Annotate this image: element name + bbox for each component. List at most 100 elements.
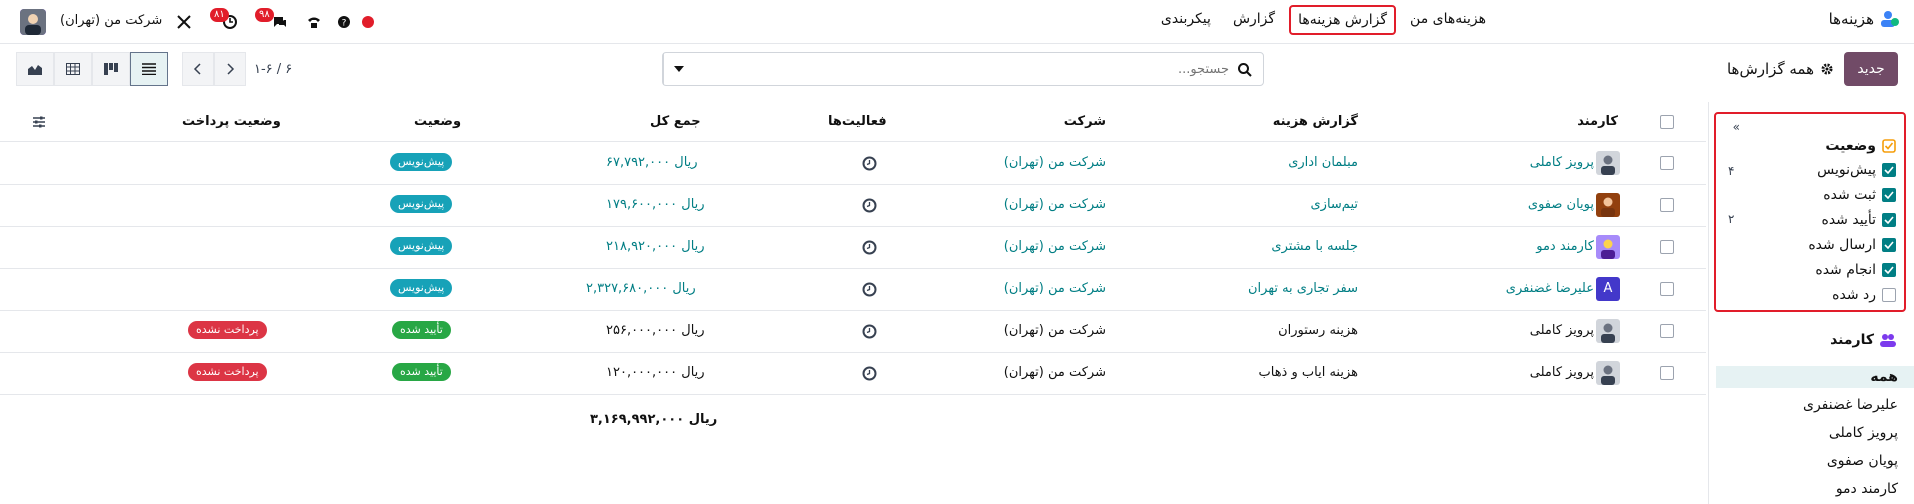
column-employee[interactable]: کارمند [1577, 114, 1618, 129]
row-employee[interactable]: پرویز کاملی [1530, 155, 1594, 170]
debug-tools-icon[interactable] [176, 14, 192, 30]
select-all-checkbox[interactable] [1660, 115, 1674, 129]
pager-next-button[interactable] [214, 52, 246, 86]
row-checkbox[interactable] [1660, 282, 1674, 296]
row-checkbox[interactable] [1660, 156, 1674, 170]
pager-previous-button[interactable] [182, 52, 214, 86]
filter-done[interactable]: انجام شده [1815, 262, 1896, 278]
row-employee[interactable]: کارمند دمو [1536, 239, 1594, 254]
filter-posted-checkbox[interactable] [1882, 238, 1896, 252]
table-row[interactable]: پرویز کاملی هزینه رستوران شرکت من (تهران… [0, 311, 1706, 353]
filter-submitted[interactable]: ثبت شده [1823, 187, 1896, 203]
row-employee[interactable]: پرویز کاملی [1530, 323, 1594, 338]
filter-draft-checkbox[interactable] [1882, 163, 1896, 177]
graph-view-button[interactable] [16, 52, 54, 86]
filter-posted[interactable]: ارسال شده [1808, 237, 1896, 253]
activity-clock-icon[interactable] [862, 198, 877, 213]
row-report[interactable]: مبلمان اداری [1288, 155, 1358, 170]
filter-refused-checkbox[interactable] [1882, 288, 1896, 302]
top-navbar: هزینه‌ها هزینه‌های من گزارش هزینه‌ها گزا… [0, 0, 1914, 44]
table-row[interactable]: علیرضا غضنفری A سفر تجاری به تهران شرکت … [0, 269, 1706, 311]
row-report[interactable]: هزینه ایاب و ذهاب [1259, 365, 1359, 380]
filter-draft[interactable]: پیش‌نویس [1817, 162, 1896, 178]
row-checkbox[interactable] [1660, 198, 1674, 212]
employee-filter-item[interactable]: علیرضا غضنفری [1803, 397, 1898, 413]
pivot-view-button[interactable] [54, 52, 92, 86]
search-options-toggle[interactable] [663, 53, 693, 85]
kanban-view-button[interactable] [92, 52, 130, 86]
row-company[interactable]: شرکت من (تهران) [1004, 281, 1106, 296]
activity-clock-icon[interactable] [862, 240, 877, 255]
chevron-left-icon [193, 63, 201, 75]
row-company[interactable]: شرکت من (تهران) [1004, 323, 1106, 338]
row-company[interactable]: شرکت من (تهران) [1004, 239, 1106, 254]
employee-filter-item[interactable]: کارمند دمو [1836, 481, 1898, 497]
row-checkbox[interactable] [1660, 324, 1674, 338]
filter-refused[interactable]: رد شده [1832, 287, 1896, 303]
pager-value[interactable]: ۱-۶ / ۶ [254, 62, 292, 77]
search-icon[interactable] [1237, 62, 1253, 78]
row-checkbox[interactable] [1660, 240, 1674, 254]
employee-filter-item[interactable]: پرویز کاملی [1829, 425, 1898, 441]
row-employee[interactable]: علیرضا غضنفری [1506, 281, 1594, 296]
search-input[interactable] [693, 53, 1263, 85]
row-report[interactable]: جلسه با مشتری [1271, 239, 1358, 254]
systray: شرکت من (تهران) ۸۱ ۹۸ ? [0, 0, 440, 44]
new-button[interactable]: جدید [1844, 52, 1898, 86]
menu-expense-reports[interactable]: گزارش هزینه‌ها [1289, 5, 1397, 35]
company-switcher[interactable]: شرکت من (تهران) [60, 13, 162, 28]
phone-icon[interactable] [306, 14, 322, 30]
row-report[interactable]: تیم‌سازی [1311, 197, 1359, 212]
table-row[interactable]: پرویز کاملی مبلمان اداری شرکت من (تهران)… [0, 143, 1706, 185]
table-row[interactable]: پویان صفوی تیم‌سازی شرکت من (تهران) ۱۷۹,… [0, 185, 1706, 227]
row-report[interactable]: سفر تجاری به تهران [1248, 281, 1358, 296]
status-badge: تأیید شده [392, 321, 451, 339]
row-total: ۱۷۹,۶۰۰,۰۰۰ ریال [606, 197, 705, 212]
table-header: کارمند گزارش هزینه شرکت فعالیت‌ها جمع کل… [0, 102, 1706, 142]
filter-submitted-checkbox[interactable] [1882, 188, 1896, 202]
activity-clock-icon[interactable] [862, 156, 877, 171]
optional-columns-icon[interactable] [32, 115, 46, 129]
employee-filter-all[interactable]: همه [1870, 369, 1898, 385]
menu-reporting[interactable]: گزارش [1225, 5, 1283, 35]
row-employee[interactable]: پویان صفوی [1528, 197, 1594, 212]
caret-down-icon [673, 66, 684, 72]
menu-my-expenses[interactable]: هزینه‌های من [1402, 5, 1494, 35]
control-panel: جدید همه گزارش‌ها ۱-۶ / ۶ [0, 44, 1914, 102]
employee-filter-item[interactable]: پویان صفوی [1827, 453, 1898, 469]
svg-text:?: ? [342, 19, 347, 29]
app-title[interactable]: هزینه‌ها [1829, 10, 1900, 28]
activity-clock-icon[interactable] [862, 366, 877, 381]
filter-done-checkbox[interactable] [1882, 263, 1896, 277]
user-avatar[interactable] [20, 9, 46, 35]
list-view-button[interactable] [130, 52, 168, 86]
column-payment-status[interactable]: وضعیت پرداخت [182, 114, 281, 129]
breadcrumb: همه گزارش‌ها [1727, 60, 1834, 78]
activity-clock-icon[interactable] [862, 282, 877, 297]
gear-icon[interactable] [1820, 62, 1834, 76]
menu-configuration[interactable]: پیکربندی [1153, 5, 1219, 35]
activity-clock-icon[interactable] [862, 324, 877, 339]
row-company[interactable]: شرکت من (تهران) [1004, 197, 1106, 212]
column-report[interactable]: گزارش هزینه [1273, 114, 1358, 129]
chat-icon[interactable] [272, 14, 288, 30]
kanban-icon [104, 63, 118, 75]
row-report[interactable]: هزینه رستوران [1278, 323, 1358, 338]
collapse-panel-icon[interactable]: « [1733, 120, 1740, 134]
column-company[interactable]: شرکت [1064, 114, 1106, 129]
row-checkbox[interactable] [1660, 366, 1674, 380]
row-company[interactable]: شرکت من (تهران) [1004, 155, 1106, 170]
table-row[interactable]: کارمند دمو جلسه با مشتری شرکت من (تهران)… [0, 227, 1706, 269]
status-badge: پیش‌نویس [390, 279, 453, 297]
column-status[interactable]: وضعیت [414, 114, 461, 129]
row-company[interactable]: شرکت من (تهران) [1004, 365, 1106, 380]
filter-approved-checkbox[interactable] [1882, 213, 1896, 227]
row-employee[interactable]: پرویز کاملی [1530, 365, 1594, 380]
table-row[interactable]: پرویز کاملی هزینه ایاب و ذهاب شرکت من (ت… [0, 353, 1706, 395]
column-total[interactable]: جمع کل [650, 114, 701, 129]
help-icon[interactable]: ? [336, 14, 352, 30]
column-activities[interactable]: فعالیت‌ها [828, 114, 887, 129]
grand-total: ۳,۱۶۹,۹۹۲,۰۰۰ ریال [590, 412, 718, 427]
filter-approved[interactable]: تأیید شده [1822, 212, 1896, 228]
filter-draft-count: ۴ [1728, 164, 1735, 178]
